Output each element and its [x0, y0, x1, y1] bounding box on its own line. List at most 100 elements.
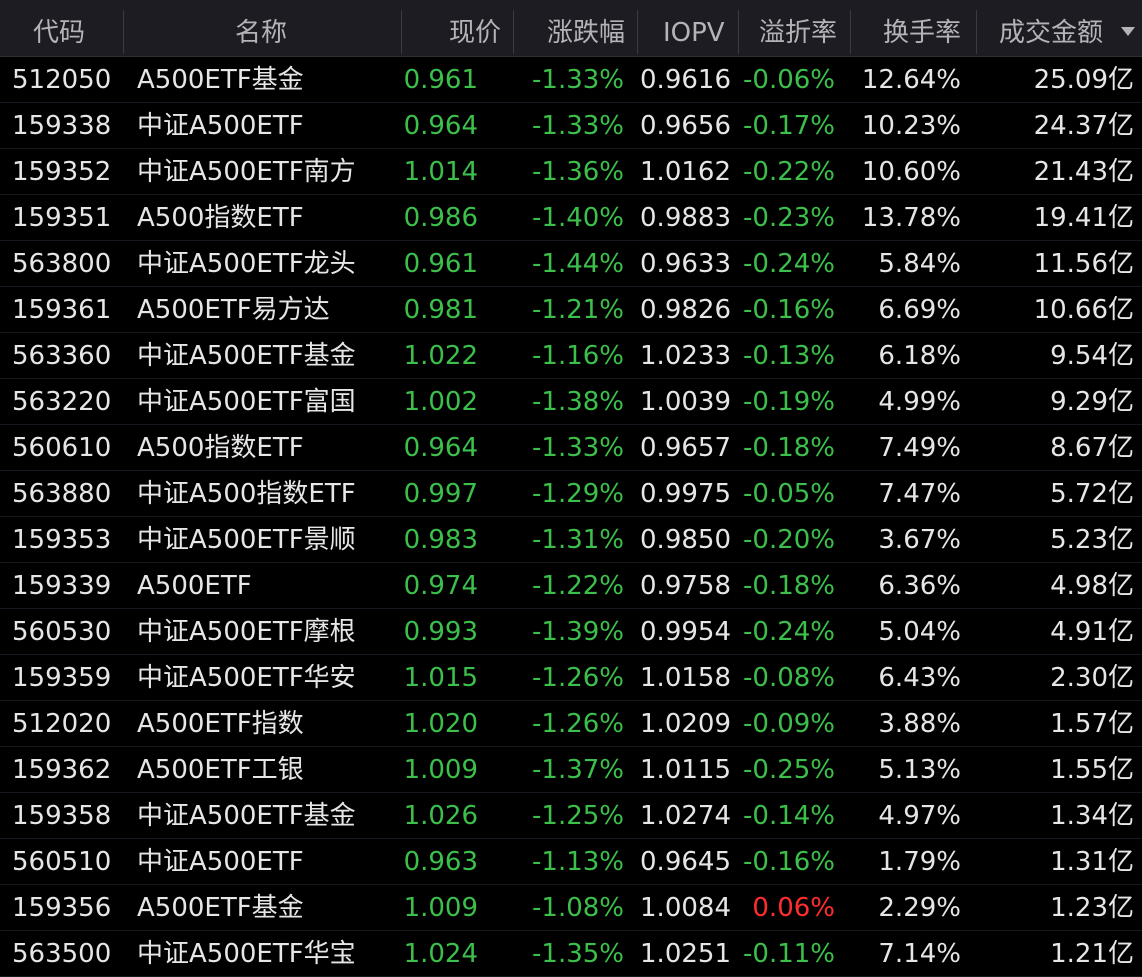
cell-iopv: 0.9758: [640, 571, 731, 601]
table-row[interactable]: 159359 中证A500ETF华安 1.015 -1.26% 1.0158 -0.08%…: [0, 655, 1142, 701]
cell-price: 0.961: [403, 249, 478, 279]
cell-iopv: 0.9826: [640, 295, 731, 325]
cell-amount: 1.23亿: [1050, 893, 1134, 923]
table-row[interactable]: 159338 中证A500ETF 0.964 -1.33% 0.9656 -0.17% 10…: [0, 103, 1142, 149]
table-row[interactable]: 512020 A500ETF指数 1.020 -1.26% 1.0209 -0.09% 3.…: [0, 701, 1142, 747]
cell-turnover: 6.18%: [878, 341, 961, 371]
cell-change-pct: -1.29%: [532, 479, 624, 509]
cell-turnover: 12.64%: [861, 65, 961, 95]
cell-turnover: 1.79%: [878, 847, 961, 877]
table-body: 512050 A500ETF基金 0.961 -1.33% 0.9616 -0.06% 12…: [0, 57, 1142, 977]
table-row[interactable]: 159361 A500ETF易方达 0.981 -1.21% 0.9826 -0.16% 6…: [0, 287, 1142, 333]
cell-premium: -0.22%: [743, 157, 835, 187]
column-divider[interactable]: [850, 10, 851, 54]
column-divider[interactable]: [123, 10, 124, 54]
table-row[interactable]: 159362 A500ETF工银 1.009 -1.37% 1.0115 -0.25% 5.…: [0, 747, 1142, 793]
table-row[interactable]: 563500 中证A500ETF华宝 1.024 -1.35% 1.0251 -0.11%…: [0, 931, 1142, 977]
column-header-change-pct[interactable]: 涨跌幅: [547, 0, 625, 56]
cell-turnover: 4.99%: [878, 387, 961, 417]
column-divider[interactable]: [738, 10, 739, 54]
column-header-iopv[interactable]: IOPV: [663, 0, 725, 56]
table-row[interactable]: 560510 中证A500ETF 0.963 -1.13% 0.9645 -0.16% 1.…: [0, 839, 1142, 885]
cell-iopv: 1.0251: [640, 939, 731, 969]
column-header-amount[interactable]: 成交金额: [999, 0, 1103, 56]
column-divider[interactable]: [637, 10, 638, 54]
cell-name: 中证A500ETF南方: [137, 157, 356, 187]
cell-code: 563880: [12, 479, 112, 509]
table-row[interactable]: 159352 中证A500ETF南方 1.014 -1.36% 1.0162 -0.22%…: [0, 149, 1142, 195]
cell-price: 1.009: [403, 755, 478, 785]
cell-price: 1.024: [403, 939, 478, 969]
cell-name: A500ETF工银: [137, 755, 304, 785]
column-header-code[interactable]: 代码: [33, 0, 85, 56]
cell-premium: -0.24%: [743, 249, 835, 279]
table-row[interactable]: 512050 A500ETF基金 0.961 -1.33% 0.9616 -0.06% 12…: [0, 57, 1142, 103]
cell-amount: 24.37亿: [1033, 111, 1134, 141]
column-divider[interactable]: [513, 10, 514, 54]
cell-premium: -0.24%: [743, 617, 835, 647]
column-divider[interactable]: [976, 10, 977, 54]
cell-price: 1.020: [403, 709, 478, 739]
cell-amount: 1.31亿: [1050, 847, 1134, 877]
cell-code: 159362: [12, 755, 112, 785]
cell-premium: -0.20%: [743, 525, 835, 555]
table-row[interactable]: 159356 A500ETF基金 1.009 -1.08% 1.0084 0.06% 2.2…: [0, 885, 1142, 931]
column-header-price[interactable]: 现价: [449, 0, 501, 56]
cell-code: 159352: [12, 157, 112, 187]
cell-code: 512050: [12, 65, 112, 95]
sort-descending-icon[interactable]: [1121, 27, 1135, 36]
cell-turnover: 2.29%: [878, 893, 961, 923]
cell-amount: 2.30亿: [1050, 663, 1134, 693]
cell-change-pct: -1.33%: [532, 433, 624, 463]
cell-price: 0.963: [403, 847, 478, 877]
table-row[interactable]: 560610 A500指数ETF 0.964 -1.33% 0.9657 -0.18% 7.…: [0, 425, 1142, 471]
cell-name: 中证A500ETF基金: [137, 341, 356, 371]
column-divider[interactable]: [401, 10, 402, 54]
cell-turnover: 4.97%: [878, 801, 961, 831]
cell-price: 1.026: [403, 801, 478, 831]
cell-change-pct: -1.21%: [532, 295, 624, 325]
cell-turnover: 3.88%: [878, 709, 961, 739]
cell-name: 中证A500ETF龙头: [137, 249, 356, 279]
cell-amount: 1.57亿: [1050, 709, 1134, 739]
cell-code: 159339: [12, 571, 112, 601]
cell-iopv: 0.9954: [640, 617, 731, 647]
cell-amount: 4.91亿: [1050, 617, 1134, 647]
cell-iopv: 0.9883: [640, 203, 731, 233]
table-row[interactable]: 563360 中证A500ETF基金 1.022 -1.16% 1.0233 -0.13%…: [0, 333, 1142, 379]
cell-name: 中证A500ETF华宝: [137, 939, 356, 969]
column-header-turnover[interactable]: 换手率: [883, 0, 961, 56]
cell-code: 563220: [12, 387, 112, 417]
table-row[interactable]: 159339 A500ETF 0.974 -1.22% 0.9758 -0.18% 6.36…: [0, 563, 1142, 609]
table-row[interactable]: 560530 中证A500ETF摩根 0.993 -1.39% 0.9954 -0.24%…: [0, 609, 1142, 655]
cell-name: A500指数ETF: [137, 203, 304, 233]
table-row[interactable]: 159358 中证A500ETF基金 1.026 -1.25% 1.0274 -0.14%…: [0, 793, 1142, 839]
cell-amount: 1.34亿: [1050, 801, 1134, 831]
cell-iopv: 0.9850: [640, 525, 731, 555]
table-row[interactable]: 159351 A500指数ETF 0.986 -1.40% 0.9883 -0.23% 13…: [0, 195, 1142, 241]
cell-code: 159359: [12, 663, 112, 693]
cell-premium: -0.16%: [743, 295, 835, 325]
cell-change-pct: -1.26%: [532, 709, 624, 739]
cell-name: 中证A500ETF摩根: [137, 617, 356, 647]
column-header-premium[interactable]: 溢折率: [759, 0, 837, 56]
table-row[interactable]: 563800 中证A500ETF龙头 0.961 -1.44% 0.9633 -0.24%…: [0, 241, 1142, 287]
cell-price: 0.974: [403, 571, 478, 601]
cell-amount: 21.43亿: [1033, 157, 1134, 187]
table-row[interactable]: 159353 中证A500ETF景顺 0.983 -1.31% 0.9850 -0.20%…: [0, 517, 1142, 563]
cell-iopv: 0.9657: [640, 433, 731, 463]
table-row[interactable]: 563880 中证A500指数ETF 0.997 -1.29% 0.9975 -0.05%…: [0, 471, 1142, 517]
cell-change-pct: -1.38%: [532, 387, 624, 417]
table-row[interactable]: 563220 中证A500ETF富国 1.002 -1.38% 1.0039 -0.19%…: [0, 379, 1142, 425]
cell-turnover: 7.14%: [878, 939, 961, 969]
cell-price: 1.014: [403, 157, 478, 187]
etf-quote-table: 代码 名称 现价 涨跌幅 IOPV 溢折率 换手率 成交金额 512050 A50…: [0, 0, 1142, 977]
cell-code: 563500: [12, 939, 112, 969]
cell-amount: 10.66亿: [1033, 295, 1134, 325]
cell-turnover: 13.78%: [861, 203, 961, 233]
cell-code: 560610: [12, 433, 112, 463]
column-header-name[interactable]: 名称: [235, 0, 287, 56]
cell-iopv: 1.0162: [640, 157, 731, 187]
cell-name: 中证A500ETF: [137, 111, 304, 141]
cell-turnover: 6.69%: [878, 295, 961, 325]
